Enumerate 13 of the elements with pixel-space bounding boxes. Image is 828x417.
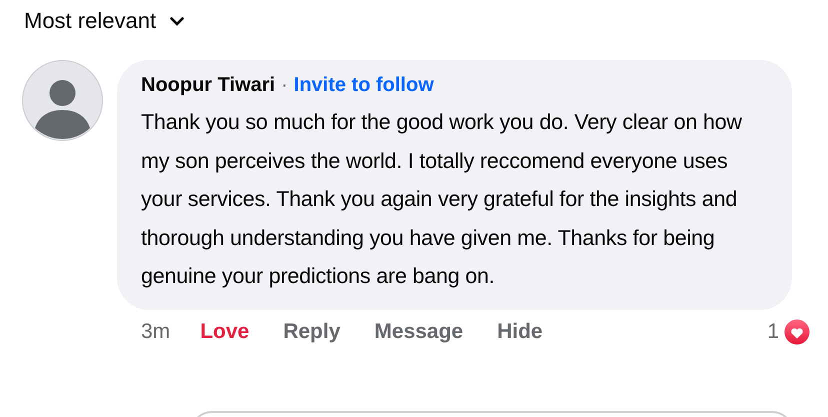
chevron-down-icon — [170, 16, 184, 26]
action-link[interactable]: Hide — [497, 320, 543, 344]
timestamp: 3m — [141, 320, 170, 344]
action-link[interactable]: Reply — [283, 320, 340, 344]
action-link[interactable]: Message — [374, 320, 464, 344]
comment-text: Thank you so much for the good work you do. Very clear on how my son perceives the world. I totally reccomend everyone uses your services. Thank you again very grateful for the insights and thorough understanding you have given me. Thanks for being genuine your predictions are bang on. — [141, 109, 743, 290]
avatar[interactable] — [22, 60, 103, 141]
invite-to-follow-link[interactable]: Invite to follow — [294, 74, 434, 97]
reaction-count: 1 — [767, 320, 779, 344]
sort-dropdown[interactable]: Most relevant — [24, 8, 184, 34]
separator: · — [281, 74, 288, 97]
author-name[interactable]: Noopur Tiwari — [141, 74, 276, 97]
reaction-button[interactable]: Love — [200, 320, 250, 344]
